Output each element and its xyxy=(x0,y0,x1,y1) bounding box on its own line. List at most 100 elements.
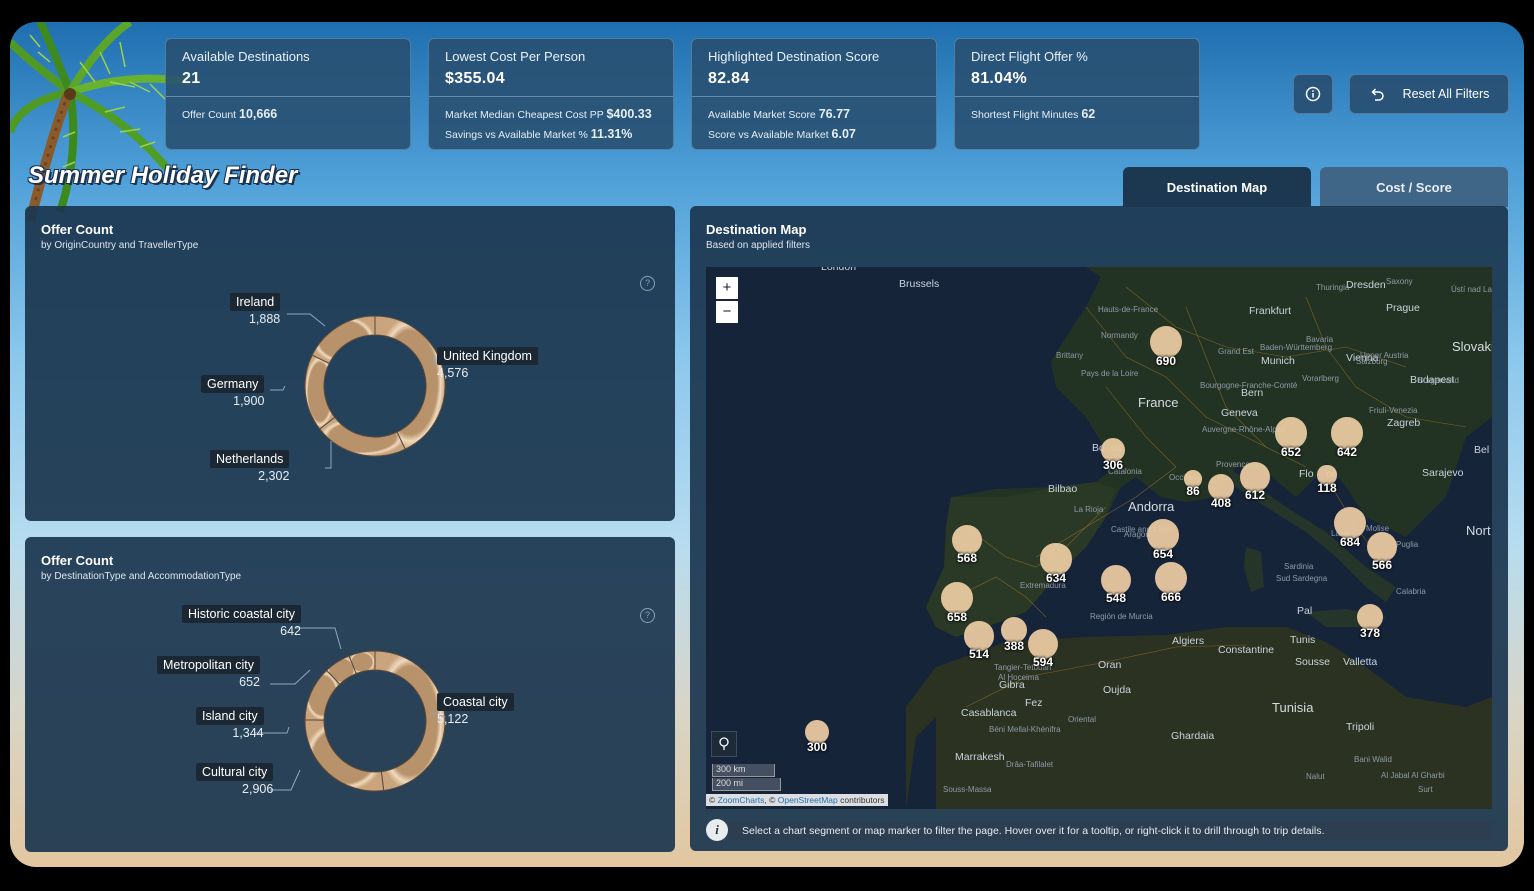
label-historic-coastal-city[interactable]: Historic coastal city 642 xyxy=(182,605,301,638)
map-region-label: Aragon xyxy=(1124,530,1150,539)
destination-marker-label: 652 xyxy=(1280,444,1302,459)
label-netherlands[interactable]: Netherlands 2,302 xyxy=(210,450,290,483)
info-button[interactable] xyxy=(1293,74,1333,114)
kpi-value: 81.04% xyxy=(971,70,1028,87)
slice-count: 1,344 xyxy=(232,726,264,740)
label-ireland[interactable]: Ireland 1,888 xyxy=(230,293,281,326)
label-island-city[interactable]: Island city 1,344 xyxy=(196,707,264,740)
map-place-label: Bilbao xyxy=(1048,483,1078,495)
kpi-value: $355.04 xyxy=(445,70,505,87)
panel-subtitle: Based on applied filters xyxy=(706,240,810,251)
donut-chart-destination[interactable] xyxy=(25,537,675,852)
scale-km: 300 km xyxy=(712,764,775,777)
map-region-label: Upper Austria xyxy=(1360,351,1409,360)
leader-line xyxy=(325,441,332,469)
map-label-big: Slovaki xyxy=(1452,339,1492,354)
reset-all-filters-button[interactable]: Reset All Filters xyxy=(1349,74,1509,114)
map-region-label: Región de Murcia xyxy=(1090,612,1153,621)
destination-marker-label: 378 xyxy=(1359,626,1381,641)
zoom-out-button[interactable]: − xyxy=(716,301,738,323)
kpi-sub: Shortest Flight Minutes 62 xyxy=(971,105,1183,125)
app-title: Summer Holiday Finder xyxy=(28,162,298,189)
map-place-label: Tunis xyxy=(1290,634,1316,646)
destination-marker-label: 666 xyxy=(1160,589,1182,604)
leader-line xyxy=(270,769,301,791)
slice-count: 5,122 xyxy=(437,712,469,726)
map-region-label: Bavaria xyxy=(1306,335,1334,344)
dashboard-frame: Available Destinations 21 Offer Count 10… xyxy=(10,22,1524,867)
destination-marker-label: 594 xyxy=(1032,655,1054,670)
origin-slice-0[interactable] xyxy=(374,315,446,450)
map-search-button[interactable] xyxy=(711,731,737,757)
slice-name: Ireland xyxy=(230,293,281,311)
label-germany[interactable]: Germany 1,900 xyxy=(201,375,265,408)
kpi-title: Highlighted Destination Score xyxy=(708,49,880,64)
map-region-label: Puglia xyxy=(1396,540,1419,549)
slice-count: 4,576 xyxy=(437,366,469,380)
map-region-label: Al Hoceima xyxy=(998,673,1039,682)
map-region-label: Bourgogne-Franche-Comté xyxy=(1200,381,1298,390)
leader-line xyxy=(295,627,342,650)
zoomcharts-link[interactable]: ZoomCharts xyxy=(718,795,765,805)
kpi-sub: Savings vs Available Market % 11.31% xyxy=(445,125,657,145)
label-united-kingdom[interactable]: United Kingdom 4,576 xyxy=(437,347,538,380)
leader-line xyxy=(270,669,311,685)
osm-link[interactable]: OpenStreetMap xyxy=(778,795,838,805)
destination-marker-label: 684 xyxy=(1339,534,1361,549)
map-region-label: Drâa-Tafilalet xyxy=(1006,760,1054,769)
map-place-label: Flo xyxy=(1299,468,1314,480)
kpi-divider xyxy=(955,96,1199,97)
map-place-label: Constantine xyxy=(1218,644,1275,656)
map-attribution: © ZoomCharts, © OpenStreetMap contributo… xyxy=(706,794,888,806)
slice-name: Netherlands xyxy=(210,450,290,468)
leader-line xyxy=(287,313,326,327)
label-coastal-city[interactable]: Coastal city 5,122 xyxy=(437,693,514,726)
slice-name: Island city xyxy=(196,707,264,725)
kpi-divider xyxy=(166,96,410,97)
scale-mi: 200 mi xyxy=(712,778,781,791)
map-region-label: Thuringia xyxy=(1316,283,1350,292)
destination-marker-label: 548 xyxy=(1105,590,1127,605)
map-place-label: Pal xyxy=(1297,605,1313,617)
kpi-sub-value: 10,666 xyxy=(239,107,278,121)
map-place-label: Marrakesh xyxy=(955,751,1005,763)
destination-marker-label: 118 xyxy=(1317,480,1337,495)
destination-slice-1[interactable] xyxy=(304,719,385,792)
destination-marker-label: 388 xyxy=(1003,639,1025,654)
kpi-value: 21 xyxy=(182,70,201,87)
tab-cost-score[interactable]: Cost / Score xyxy=(1320,167,1508,207)
kpi-sub-label: Shortest Flight Minutes xyxy=(971,109,1079,121)
destination-marker-label: 86 xyxy=(1186,483,1200,498)
map-region-label: Friuli-Venezia xyxy=(1369,406,1418,415)
donut-chart-origin[interactable] xyxy=(25,206,675,521)
map-place-label: Munich xyxy=(1261,355,1295,367)
map-region-label: Auvergne-Rhône-Alpes xyxy=(1202,425,1286,434)
destination-marker-label: 612 xyxy=(1244,488,1266,503)
destination-marker-label: 300 xyxy=(806,740,828,755)
label-cultural-city[interactable]: Cultural city 2,906 xyxy=(196,763,274,796)
label-metropolitan-city[interactable]: Metropolitan city 652 xyxy=(157,656,261,689)
kpi-title: Direct Flight Offer % xyxy=(971,49,1088,64)
origin-slice-2[interactable] xyxy=(304,354,336,430)
map-region-label: Normandy xyxy=(1101,331,1138,340)
destination-map[interactable]: France Andorra Tunisia Slovaki Nort Lond… xyxy=(706,267,1492,809)
map-label-big: France xyxy=(1138,395,1179,410)
map-place-label: Sarajevo xyxy=(1422,467,1464,479)
info-text: Select a chart segment or map marker to … xyxy=(728,822,1492,840)
destination-marker-label: 658 xyxy=(946,609,968,624)
destination-slice-0[interactable] xyxy=(374,650,446,792)
destination-marker-label: 566 xyxy=(1371,557,1393,572)
map-place-label: Prague xyxy=(1386,302,1420,314)
zoom-in-button[interactable]: + xyxy=(716,277,738,299)
map-region-label: Béni Mellal-Khénifra xyxy=(989,725,1061,734)
destination-marker-label: 634 xyxy=(1045,570,1067,585)
kpi-direct-flight: Direct Flight Offer % 81.04% Shortest Fl… xyxy=(954,38,1200,150)
destination-marker-label: 654 xyxy=(1152,546,1174,561)
origin-slice-1[interactable] xyxy=(319,416,406,457)
destination-marker-label: 568 xyxy=(956,551,978,565)
map-place-label: Zagreb xyxy=(1387,417,1421,429)
map-place-label: Oran xyxy=(1098,659,1122,671)
kpi-lowest-cost: Lowest Cost Per Person $355.04 Market Me… xyxy=(428,38,674,150)
tab-destination-map[interactable]: Destination Map xyxy=(1123,167,1311,207)
attribution-mid: , © xyxy=(764,795,778,805)
